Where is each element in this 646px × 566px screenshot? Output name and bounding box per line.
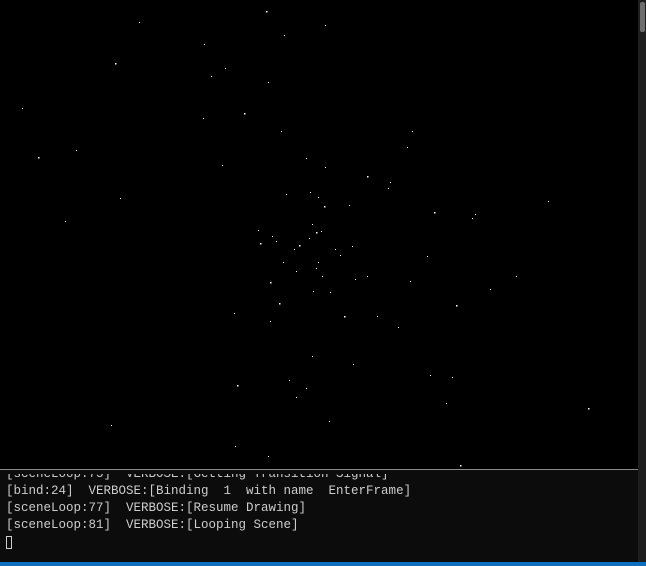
- star: [410, 281, 411, 282]
- star: [289, 380, 290, 381]
- star: [270, 282, 272, 284]
- star: [325, 25, 326, 26]
- star: [318, 262, 319, 263]
- star: [76, 150, 77, 151]
- star: [322, 276, 323, 277]
- star: [460, 465, 462, 467]
- star: [456, 305, 458, 307]
- star: [349, 205, 350, 206]
- starfield-canvas: [22, 11, 590, 467]
- star: [324, 206, 326, 208]
- star: [222, 165, 223, 166]
- star: [588, 408, 590, 410]
- star: [65, 221, 66, 222]
- log-line: [sceneLoop:75] VERBOSE:[Getting Transiti…: [6, 474, 389, 481]
- star: [111, 425, 112, 426]
- status-bar: [0, 562, 646, 566]
- console-output[interactable]: [sceneLoop:75] VERBOSE:[Getting Transiti…: [0, 474, 638, 562]
- star: [306, 158, 307, 159]
- star: [299, 245, 301, 247]
- star: [434, 212, 436, 214]
- star: [286, 194, 287, 195]
- star: [237, 385, 239, 387]
- star: [296, 397, 297, 398]
- star: [260, 243, 262, 245]
- star: [268, 456, 269, 457]
- star: [412, 131, 413, 132]
- console-scrollbar-thumb[interactable]: [640, 2, 645, 32]
- star: [244, 113, 246, 115]
- star: [388, 188, 389, 189]
- star: [407, 147, 408, 148]
- star: [490, 289, 491, 290]
- star: [309, 238, 310, 239]
- star: [279, 303, 281, 305]
- star: [281, 131, 282, 132]
- star: [325, 167, 326, 168]
- star: [203, 118, 204, 119]
- star: [310, 192, 311, 193]
- star: [204, 44, 205, 45]
- star: [367, 276, 368, 277]
- star: [225, 68, 226, 69]
- star: [139, 22, 140, 23]
- star: [452, 377, 453, 378]
- log-line: [bind:24] VERBOSE:[Binding 1 with name E…: [6, 484, 412, 498]
- star: [284, 35, 285, 36]
- star: [306, 388, 307, 389]
- star: [353, 364, 354, 365]
- star: [330, 292, 331, 293]
- log-line: [sceneLoop:81] VERBOSE:[Looping Scene]: [6, 518, 299, 532]
- star: [312, 224, 313, 225]
- star: [270, 321, 271, 322]
- star: [276, 241, 277, 242]
- star: [296, 271, 297, 272]
- star: [318, 197, 319, 198]
- star: [22, 108, 23, 109]
- star: [548, 201, 549, 202]
- star: [390, 182, 391, 183]
- star: [266, 11, 268, 13]
- star: [340, 255, 341, 256]
- star: [268, 82, 269, 83]
- star: [377, 316, 378, 317]
- star: [430, 375, 431, 376]
- star: [294, 249, 295, 250]
- starfield-render-window: [0, 0, 639, 470]
- log-line: [sceneLoop:77] VERBOSE:[Resume Drawing]: [6, 501, 307, 515]
- star: [321, 231, 322, 232]
- star: [272, 236, 273, 237]
- star: [38, 157, 40, 159]
- star: [235, 446, 236, 447]
- star: [211, 76, 212, 77]
- star: [352, 246, 353, 247]
- star: [472, 218, 473, 219]
- star: [316, 268, 317, 269]
- star: [355, 279, 356, 280]
- star: [316, 232, 318, 234]
- text-cursor: [6, 536, 12, 549]
- star: [115, 63, 117, 65]
- app-root: [sceneLoop:75] VERBOSE:[Getting Transiti…: [0, 0, 646, 566]
- star: [516, 276, 517, 277]
- console-scrollbar-track[interactable]: [638, 0, 646, 562]
- star: [427, 256, 428, 257]
- star: [335, 249, 336, 250]
- star: [120, 198, 121, 199]
- console-prompt-line[interactable]: [6, 534, 638, 551]
- star: [313, 291, 314, 292]
- star: [283, 262, 284, 263]
- star: [344, 316, 346, 318]
- star: [446, 403, 447, 404]
- star: [329, 421, 330, 422]
- star: [475, 214, 476, 215]
- star: [234, 313, 235, 314]
- star: [367, 176, 369, 178]
- star: [398, 327, 399, 328]
- star: [258, 230, 259, 231]
- star: [312, 356, 313, 357]
